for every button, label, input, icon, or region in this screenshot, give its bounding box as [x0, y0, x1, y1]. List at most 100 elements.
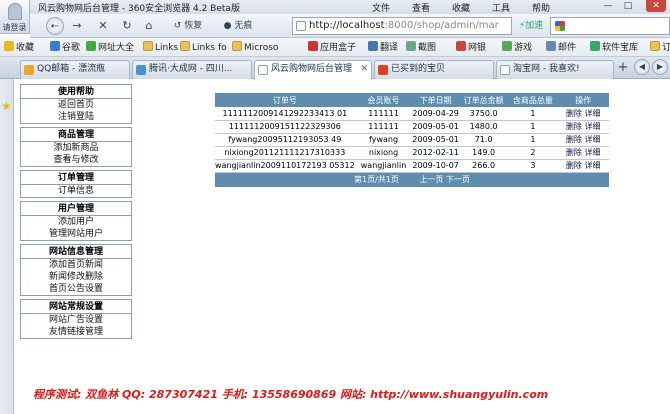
order-id: wangjianlin2009110172193 05312 — [215, 159, 355, 173]
delete-link[interactable]: 删除 — [566, 135, 582, 144]
fav-url-directory[interactable]: 网址大全 — [86, 41, 134, 54]
tab-label: 已买到的宝贝 — [391, 64, 446, 74]
menu-item-edit-news[interactable]: 新闻修改删除 — [21, 271, 131, 283]
detail-link[interactable]: 详细 — [584, 122, 600, 131]
menu-item-announcement[interactable]: 首页公告设置 — [21, 283, 131, 295]
fav-games[interactable]: 游戏 — [502, 41, 532, 54]
address-path: :8000/shop/admin/mar — [384, 20, 499, 31]
tab-qq-mail[interactable]: QQ邮箱 - 漂流瓶 — [20, 60, 130, 79]
delete-link[interactable]: 删除 — [566, 109, 582, 118]
orders-table: 订单号 会员账号 下单日期 订单总金额 含商品总量 操作 11111120091… — [215, 93, 609, 187]
tab-label: QQ邮箱 - 漂流瓶 — [37, 64, 106, 74]
order-id: 1111112009151122329306 — [215, 120, 355, 134]
table-row: 1111112009151122329306 111111 2009-05-01… — [215, 120, 609, 134]
menu-item-edit-products[interactable]: 查看与修改 — [21, 154, 131, 166]
restore-button[interactable]: ↺ 恢复 — [168, 17, 208, 35]
menu-item-ad-settings[interactable]: 网站广告设置 — [21, 314, 131, 326]
menu-item-add-news[interactable]: 添加首页新闻 — [21, 259, 131, 271]
fav-google[interactable]: 谷歌 — [50, 41, 80, 54]
minimize-button[interactable]: — — [600, 0, 616, 12]
prev-page-link[interactable]: 上一页 — [419, 175, 443, 184]
fav-label: Links fo — [192, 43, 227, 53]
no-trace-label: 无痕 — [234, 21, 253, 31]
tab-shop-admin[interactable]: 风云购物网后台管理 ✕ — [254, 60, 372, 80]
stop-button[interactable]: ✕ — [96, 17, 110, 35]
menu-file[interactable]: 文件 — [372, 1, 390, 14]
back-button[interactable]: ← — [46, 17, 64, 35]
folder-icon — [143, 41, 153, 51]
order-id: nixiong201121111217310333 — [215, 146, 355, 160]
menu-item-friend-links[interactable]: 友情链接管理 — [21, 326, 131, 338]
tab-taobao[interactable]: 淘宝网 - 我喜欢! — [496, 60, 614, 79]
menu-item-add-user[interactable]: 添加用户 — [21, 216, 131, 228]
delete-link[interactable]: 删除 — [566, 161, 582, 170]
delete-link[interactable]: 删除 — [566, 122, 582, 131]
menu-item-order-info[interactable]: 订单信息 — [21, 185, 131, 197]
menu-item-add-product[interactable]: 添加新商品 — [21, 142, 131, 154]
tab-tencent-news[interactable]: 腾讯·大成网 - 四川... — [132, 60, 252, 79]
refresh-button[interactable]: ↻ — [120, 17, 134, 35]
fav-label: 网址大全 — [98, 43, 135, 53]
detail-link[interactable]: 详细 — [584, 148, 600, 157]
forward-button[interactable]: → — [70, 17, 84, 35]
pagination-row: 第1页/共1页 上一页 下一页 — [215, 172, 609, 187]
no-trace-button[interactable]: ● 无痕 — [218, 17, 258, 35]
order-date: 2009-04-29 — [412, 107, 459, 121]
menu-item-manage-users[interactable]: 管理网站用户 — [21, 228, 131, 240]
menu-help[interactable]: 帮助 — [532, 1, 550, 14]
close-window-button[interactable]: ✕ — [646, 0, 666, 12]
order-quantity: 1 — [508, 133, 558, 147]
detail-link[interactable]: 详细 — [584, 135, 600, 144]
star-icon[interactable]: ★ — [1, 100, 13, 112]
member-account: fywang — [354, 133, 413, 147]
home-button[interactable]: ⌂ — [142, 17, 156, 35]
order-date: 2009-05-01 — [412, 120, 459, 134]
close-tab-icon[interactable]: ✕ — [360, 61, 368, 78]
fav-label: 应用盒子 — [320, 43, 357, 53]
login-button[interactable]: 请登录 — [0, 0, 30, 34]
accelerate-button[interactable]: ⚡加速 — [516, 17, 546, 35]
fav-microsoft[interactable]: Microso — [232, 41, 278, 54]
fav-links-for[interactable]: Links fo — [180, 41, 227, 54]
star-icon — [4, 41, 14, 51]
navigation-toolbar: ← → ✕ ↻ ⌂ ↺ 恢复 ● 无痕 http://localhost:800… — [30, 14, 670, 38]
fav-software[interactable]: 软件宝库 — [590, 41, 638, 54]
page-icon — [500, 65, 510, 75]
delete-link[interactable]: 删除 — [566, 148, 582, 157]
detail-link[interactable]: 详细 — [584, 161, 600, 170]
fav-label: 软件宝库 — [602, 43, 639, 53]
menu-favorites[interactable]: 收藏 — [452, 1, 470, 14]
favorites-menu[interactable]: 收藏 — [4, 41, 34, 54]
search-input[interactable] — [550, 17, 670, 35]
table-row: 1111112009141292233413 01 111111 2009-04… — [215, 107, 609, 121]
fav-subscribe[interactable]: 订 — [650, 41, 670, 54]
new-tab-button[interactable]: + — [616, 59, 630, 77]
detail-link[interactable]: 详细 — [584, 109, 600, 118]
fav-ebank[interactable]: 网银 — [456, 41, 486, 54]
tab-purchased[interactable]: 已买到的宝贝 — [374, 60, 494, 79]
address-bar[interactable]: http://localhost:8000/shop/admin/mar — [292, 17, 512, 35]
next-page-link[interactable]: 下一页 — [446, 175, 470, 184]
tab-bar: QQ邮箱 - 漂流瓶 腾讯·大成网 - 四川... 风云购物网后台管理 ✕ 已买… — [0, 57, 670, 80]
scroll-tabs-left-button[interactable]: ◀ — [634, 59, 650, 75]
window-title: 风云购物网后台管理 - 360安全浏览器 4.2 Beta版 — [38, 4, 240, 14]
menu-item-home[interactable]: 返回首页 — [21, 99, 131, 111]
menu-item-logout[interactable]: 注销登陆 — [21, 111, 131, 123]
maximize-button[interactable]: □ — [620, 0, 636, 12]
fav-app-box[interactable]: 应用盒子 — [308, 41, 356, 54]
address-host: http://localhost — [309, 20, 385, 31]
order-date: 2009-10-07 — [412, 159, 459, 173]
admin-menu: 使用帮助 返回首页 注销登陆 商品管理 添加新商品 查看与修改 订单管理 订单信… — [20, 84, 132, 342]
column-header: 订单总金额 — [458, 93, 509, 107]
restore-label: 恢复 — [184, 21, 203, 31]
menu-tools[interactable]: 工具 — [492, 1, 510, 14]
fav-screenshot[interactable]: 截图 — [406, 41, 436, 54]
order-id: 1111112009141292233413 01 — [215, 107, 355, 121]
fav-mail[interactable]: 邮件 — [546, 41, 576, 54]
scroll-tabs-right-button[interactable]: ▶ — [652, 59, 668, 75]
avatar-icon — [8, 3, 22, 20]
menu-group-title: 商品管理 — [21, 128, 131, 142]
fav-translate[interactable]: 翻译 — [368, 41, 398, 54]
fav-links[interactable]: Links — [143, 41, 178, 54]
menu-view[interactable]: 查看 — [412, 1, 430, 14]
